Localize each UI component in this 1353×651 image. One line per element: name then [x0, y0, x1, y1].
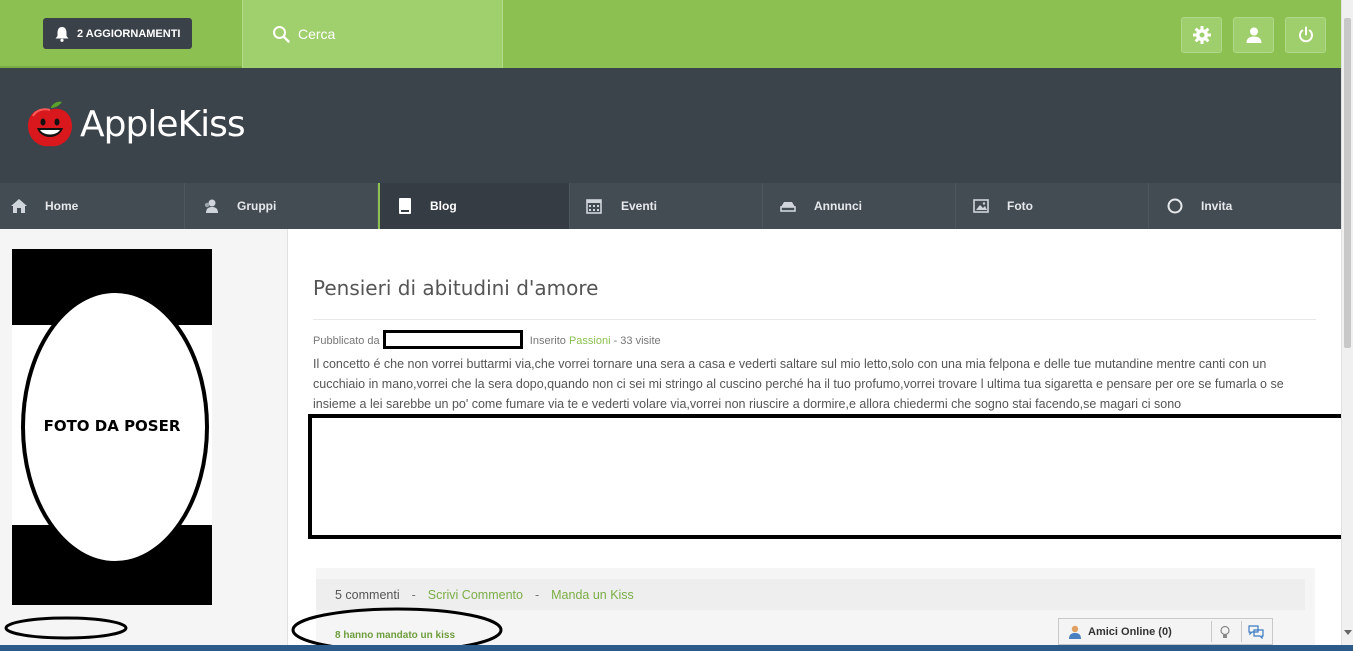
- blog-icon: [399, 198, 411, 214]
- views-count: - 33 visite: [613, 335, 661, 347]
- chat-button[interactable]: [1241, 621, 1270, 642]
- post-meta: Pubblicato da Inserito Passioni - 33 vis…: [313, 330, 661, 349]
- redacted-author[interactable]: [382, 330, 523, 349]
- nav-item-eventi[interactable]: Eventi: [570, 183, 763, 229]
- apple-logo-icon: [28, 101, 72, 147]
- write-comment-link[interactable]: Scrivi Commento: [428, 588, 523, 602]
- logout-button[interactable]: [1285, 17, 1326, 53]
- separator: -: [411, 587, 416, 602]
- search-input[interactable]: Cerca: [242, 0, 503, 68]
- ads-icon: [780, 202, 796, 212]
- updates-button[interactable]: 2 AGGIORNAMENTI: [43, 18, 192, 49]
- gear-icon: [1192, 26, 1211, 44]
- search-icon: [273, 26, 290, 43]
- power-icon: [1298, 26, 1313, 43]
- meta-inserted: Inserito: [529, 335, 566, 347]
- settings-button[interactable]: [1181, 17, 1222, 53]
- nav-label: Foto: [1007, 199, 1033, 213]
- nav-label: Invita: [1201, 199, 1233, 213]
- friends-icon: [1069, 625, 1081, 639]
- lightbulb-icon: [1219, 625, 1230, 638]
- nav-label: Annunci: [814, 199, 862, 213]
- scrollbar-thumb[interactable]: [1344, 18, 1351, 348]
- bell-icon: [55, 26, 69, 42]
- redacted-area: [308, 414, 1353, 539]
- circle-icon: [1167, 198, 1183, 214]
- redacted-name-mark: [4, 616, 128, 640]
- updates-label: 2 AGGIORNAMENTI: [77, 27, 181, 40]
- nav-item-foto[interactable]: Foto: [956, 183, 1149, 229]
- profile-button[interactable]: [1233, 17, 1274, 53]
- bulb-button[interactable]: [1211, 621, 1237, 642]
- friends-online-bar[interactable]: Amici Online (0): [1058, 618, 1273, 645]
- nav-label: Home: [45, 199, 79, 213]
- groups-icon: [204, 199, 218, 213]
- home-icon: [11, 199, 27, 213]
- kiss-annotation-mark: [291, 607, 503, 651]
- os-taskbar: [0, 645, 1353, 651]
- category-link[interactable]: Passioni: [569, 335, 611, 347]
- send-kiss-link[interactable]: Manda un Kiss: [551, 588, 634, 602]
- nav-item-invita[interactable]: Invita: [1149, 183, 1341, 229]
- chat-icon: [1248, 624, 1264, 639]
- photo-icon: [973, 199, 989, 213]
- comments-count[interactable]: 5 commenti: [335, 588, 400, 602]
- user-icon: [1246, 27, 1261, 43]
- search-placeholder: Cerca: [298, 26, 336, 42]
- photo-caption: FOTO DA POSER: [43, 417, 181, 435]
- nav-item-gruppi[interactable]: Gruppi: [185, 183, 378, 229]
- vertical-scrollbar[interactable]: [1341, 0, 1353, 645]
- nav-item-annunci[interactable]: Annunci: [763, 183, 956, 229]
- meta-prefix: Pubblicato da: [313, 335, 380, 347]
- nav-label: Gruppi: [237, 199, 277, 213]
- nav-label: Eventi: [621, 199, 658, 213]
- logo-text: AppleKiss: [80, 103, 246, 145]
- nav-item-blog[interactable]: Blog: [378, 183, 570, 229]
- site-logo[interactable]: AppleKiss: [24, 98, 246, 150]
- post-body: Il concetto é che non vorrei buttarmi vi…: [313, 357, 1284, 411]
- calendar-icon: [586, 199, 602, 214]
- top-bar: 2 AGGIORNAMENTI Cerca: [0, 0, 1341, 68]
- nav-label: Blog: [430, 199, 457, 213]
- title-divider: [313, 319, 1316, 320]
- friends-label: Amici Online (0): [1088, 625, 1172, 638]
- updates-cell: 2 AGGIORNAMENTI: [0, 0, 242, 68]
- post-title: Pensieri di abitudini d'amore: [313, 276, 599, 300]
- separator: -: [534, 587, 540, 602]
- main-nav: Home Gruppi Blog Eventi Annunci Foto Inv…: [0, 183, 1341, 229]
- scroll-down-arrow-icon[interactable]: [1344, 630, 1352, 636]
- profile-photo[interactable]: [0, 245, 288, 645]
- nav-item-home[interactable]: Home: [0, 183, 185, 229]
- site-header: AppleKiss: [0, 68, 1341, 183]
